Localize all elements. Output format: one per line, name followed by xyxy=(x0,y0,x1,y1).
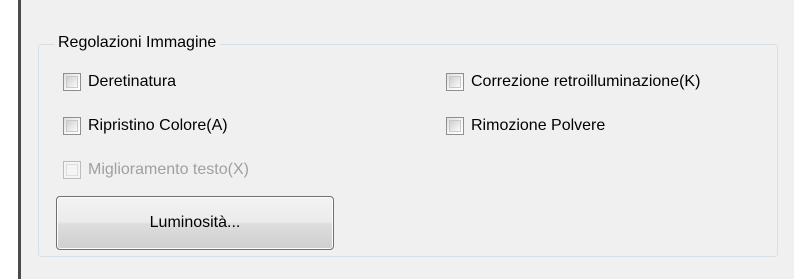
groupbox-title: Regolazioni Immagine xyxy=(54,33,221,53)
ripristino-colore-option[interactable]: Ripristino Colore(A) xyxy=(63,114,228,138)
rimozione-polvere-option[interactable]: Rimozione Polvere xyxy=(446,114,605,138)
deretinatura-label[interactable]: Deretinatura xyxy=(88,72,176,92)
ripristino-colore-label[interactable]: Ripristino Colore(A) xyxy=(88,116,228,136)
rimozione-polvere-checkbox[interactable] xyxy=(446,117,464,135)
miglioramento-testo-label: Miglioramento testo(X) xyxy=(88,161,249,178)
deretinatura-checkbox[interactable] xyxy=(63,73,81,91)
deretinatura-option[interactable]: Deretinatura xyxy=(63,70,176,94)
correzione-retroilluminazione-option[interactable]: Correzione retroilluminazione(K) xyxy=(446,70,700,94)
correzione-retroilluminazione-checkbox[interactable] xyxy=(446,73,464,91)
miglioramento-testo-checkbox xyxy=(63,161,81,179)
window-border xyxy=(18,0,21,279)
ripristino-colore-checkbox[interactable] xyxy=(63,117,81,135)
luminosita-button[interactable]: Luminosità... xyxy=(56,196,334,250)
rimozione-polvere-label[interactable]: Rimozione Polvere xyxy=(471,116,605,136)
miglioramento-testo-option: Miglioramento testo(X) xyxy=(63,158,249,182)
correzione-retroilluminazione-label[interactable]: Correzione retroilluminazione(K) xyxy=(471,72,700,92)
